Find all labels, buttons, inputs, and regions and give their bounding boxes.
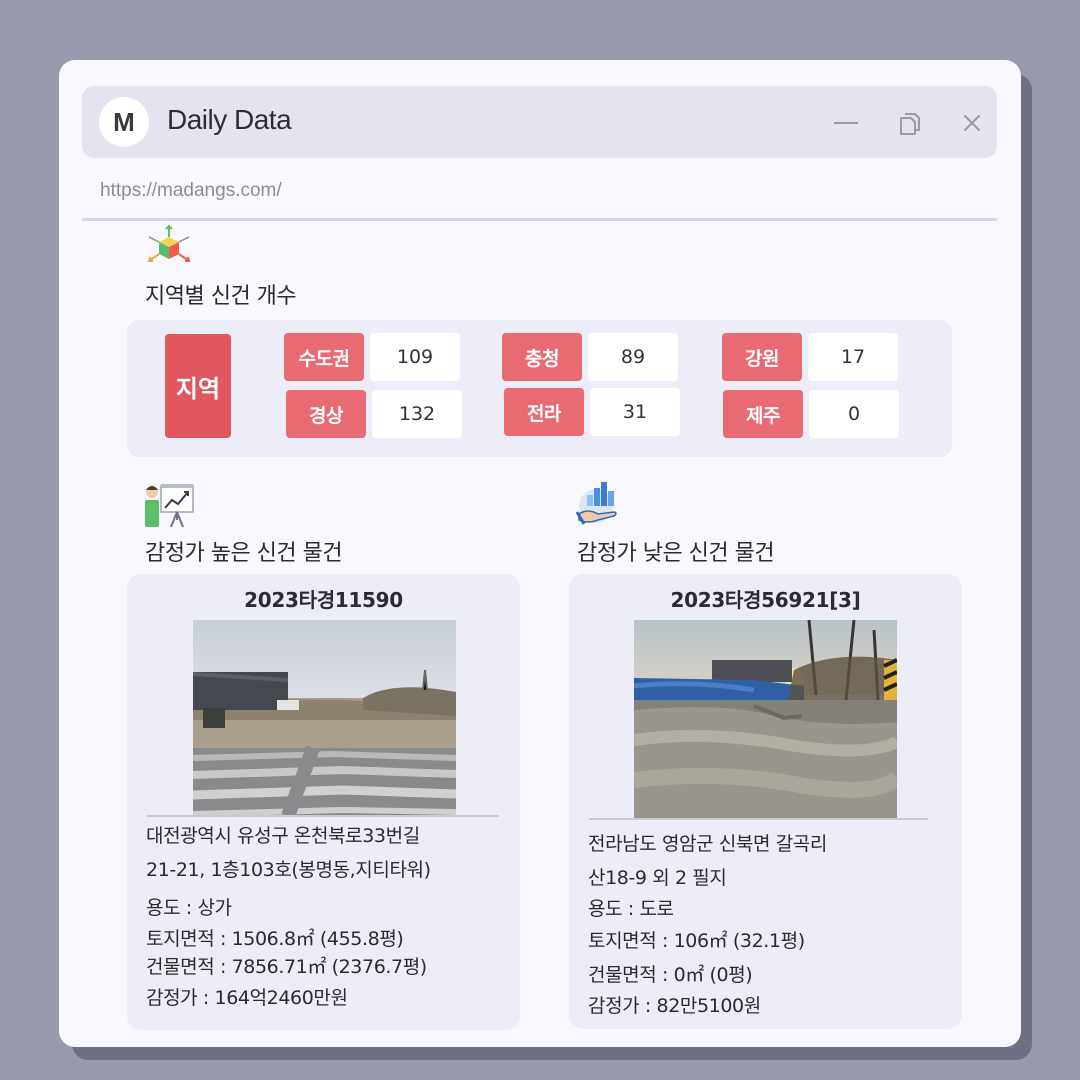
region-count-jeju: 0 xyxy=(809,390,899,438)
low-address-line1: 전라남도 영암군 신북면 갈곡리 xyxy=(588,833,827,855)
site-avatar[interactable]: M xyxy=(99,97,149,147)
high-property-card[interactable]: 2023타경11590 대전광역시 유성구 온천북로33번길 21-21, 1층… xyxy=(127,574,520,1030)
high-address-line1: 대전광역시 유성구 온천북로33번길 xyxy=(146,825,420,847)
restore-button[interactable] xyxy=(895,108,925,138)
low-property-card[interactable]: 2023타경56921[3] 전라남도 영암군 신북면 갈곡리 산18-9 외 … xyxy=(569,574,962,1029)
high-section-title: 감정가 높은 신건 물건 xyxy=(145,541,343,566)
title-bar: M Daily Data xyxy=(82,86,997,158)
region-label-jeju: 제주 xyxy=(723,390,803,438)
region-label-gyeongsang: 경상 xyxy=(286,390,366,438)
region-label-sudogwon: 수도권 xyxy=(284,333,364,381)
region-count-chungcheong: 89 xyxy=(588,333,678,381)
high-building-area: 건물면적 : 7856.71㎡ (2376.7평) xyxy=(146,956,427,978)
low-section-title: 감정가 낮은 신건 물건 xyxy=(577,541,775,566)
high-land-area: 토지면적 : 1506.8㎡ (455.8평) xyxy=(146,928,404,950)
minimize-button[interactable] xyxy=(832,108,862,138)
address-divider xyxy=(82,218,997,221)
region-label-chungcheong: 충청 xyxy=(502,333,582,381)
high-property-photo xyxy=(193,620,456,816)
low-appraisal: 감정가 : 82만5100원 xyxy=(588,995,761,1017)
close-icon xyxy=(964,115,980,131)
high-address-line2: 21-21, 1층103호(봉명동,지티타워) xyxy=(146,859,431,881)
browser-window: M Daily Data https://madangs.com/ 지역별 신건… xyxy=(59,60,1021,1047)
window-title: Daily Data xyxy=(167,104,292,135)
low-land-area: 토지면적 : 106㎡ (32.1평) xyxy=(588,930,805,952)
presentation-chart-icon xyxy=(145,484,194,528)
region-count-gyeongsang: 132 xyxy=(372,390,462,438)
high-usage: 용도 : 상가 xyxy=(146,897,232,919)
region-label-jeolla: 전라 xyxy=(504,388,584,436)
region-group-label: 지역 xyxy=(165,334,231,438)
cube-axes-icon xyxy=(147,224,191,262)
close-button[interactable] xyxy=(957,108,987,138)
low-address-line2: 산18-9 외 2 필지 xyxy=(588,867,727,889)
address-bar-url[interactable]: https://madangs.com/ xyxy=(100,180,282,202)
hand-bar-chart-icon xyxy=(576,482,617,525)
region-section-title: 지역별 신건 개수 xyxy=(145,284,297,309)
region-count-sudogwon: 109 xyxy=(370,333,460,381)
high-case-number[interactable]: 2023타경11590 xyxy=(127,584,520,613)
low-case-number[interactable]: 2023타경56921[3] xyxy=(569,584,962,613)
restore-icon xyxy=(900,113,920,135)
region-count-panel: 지역 수도권 109 충청 89 강원 17 경상 132 전라 31 제주 0 xyxy=(127,320,952,457)
low-usage: 용도 : 도로 xyxy=(588,898,674,920)
low-building-area: 건물면적 : 0㎡ (0평) xyxy=(588,964,753,986)
high-appraisal: 감정가 : 164억2460만원 xyxy=(146,987,348,1009)
region-count-jeolla: 31 xyxy=(590,388,680,436)
low-card-divider xyxy=(589,818,928,820)
high-card-divider xyxy=(147,815,499,817)
region-count-gangwon: 17 xyxy=(808,333,898,381)
region-label-gangwon: 강원 xyxy=(722,333,802,381)
low-property-photo xyxy=(634,620,897,818)
